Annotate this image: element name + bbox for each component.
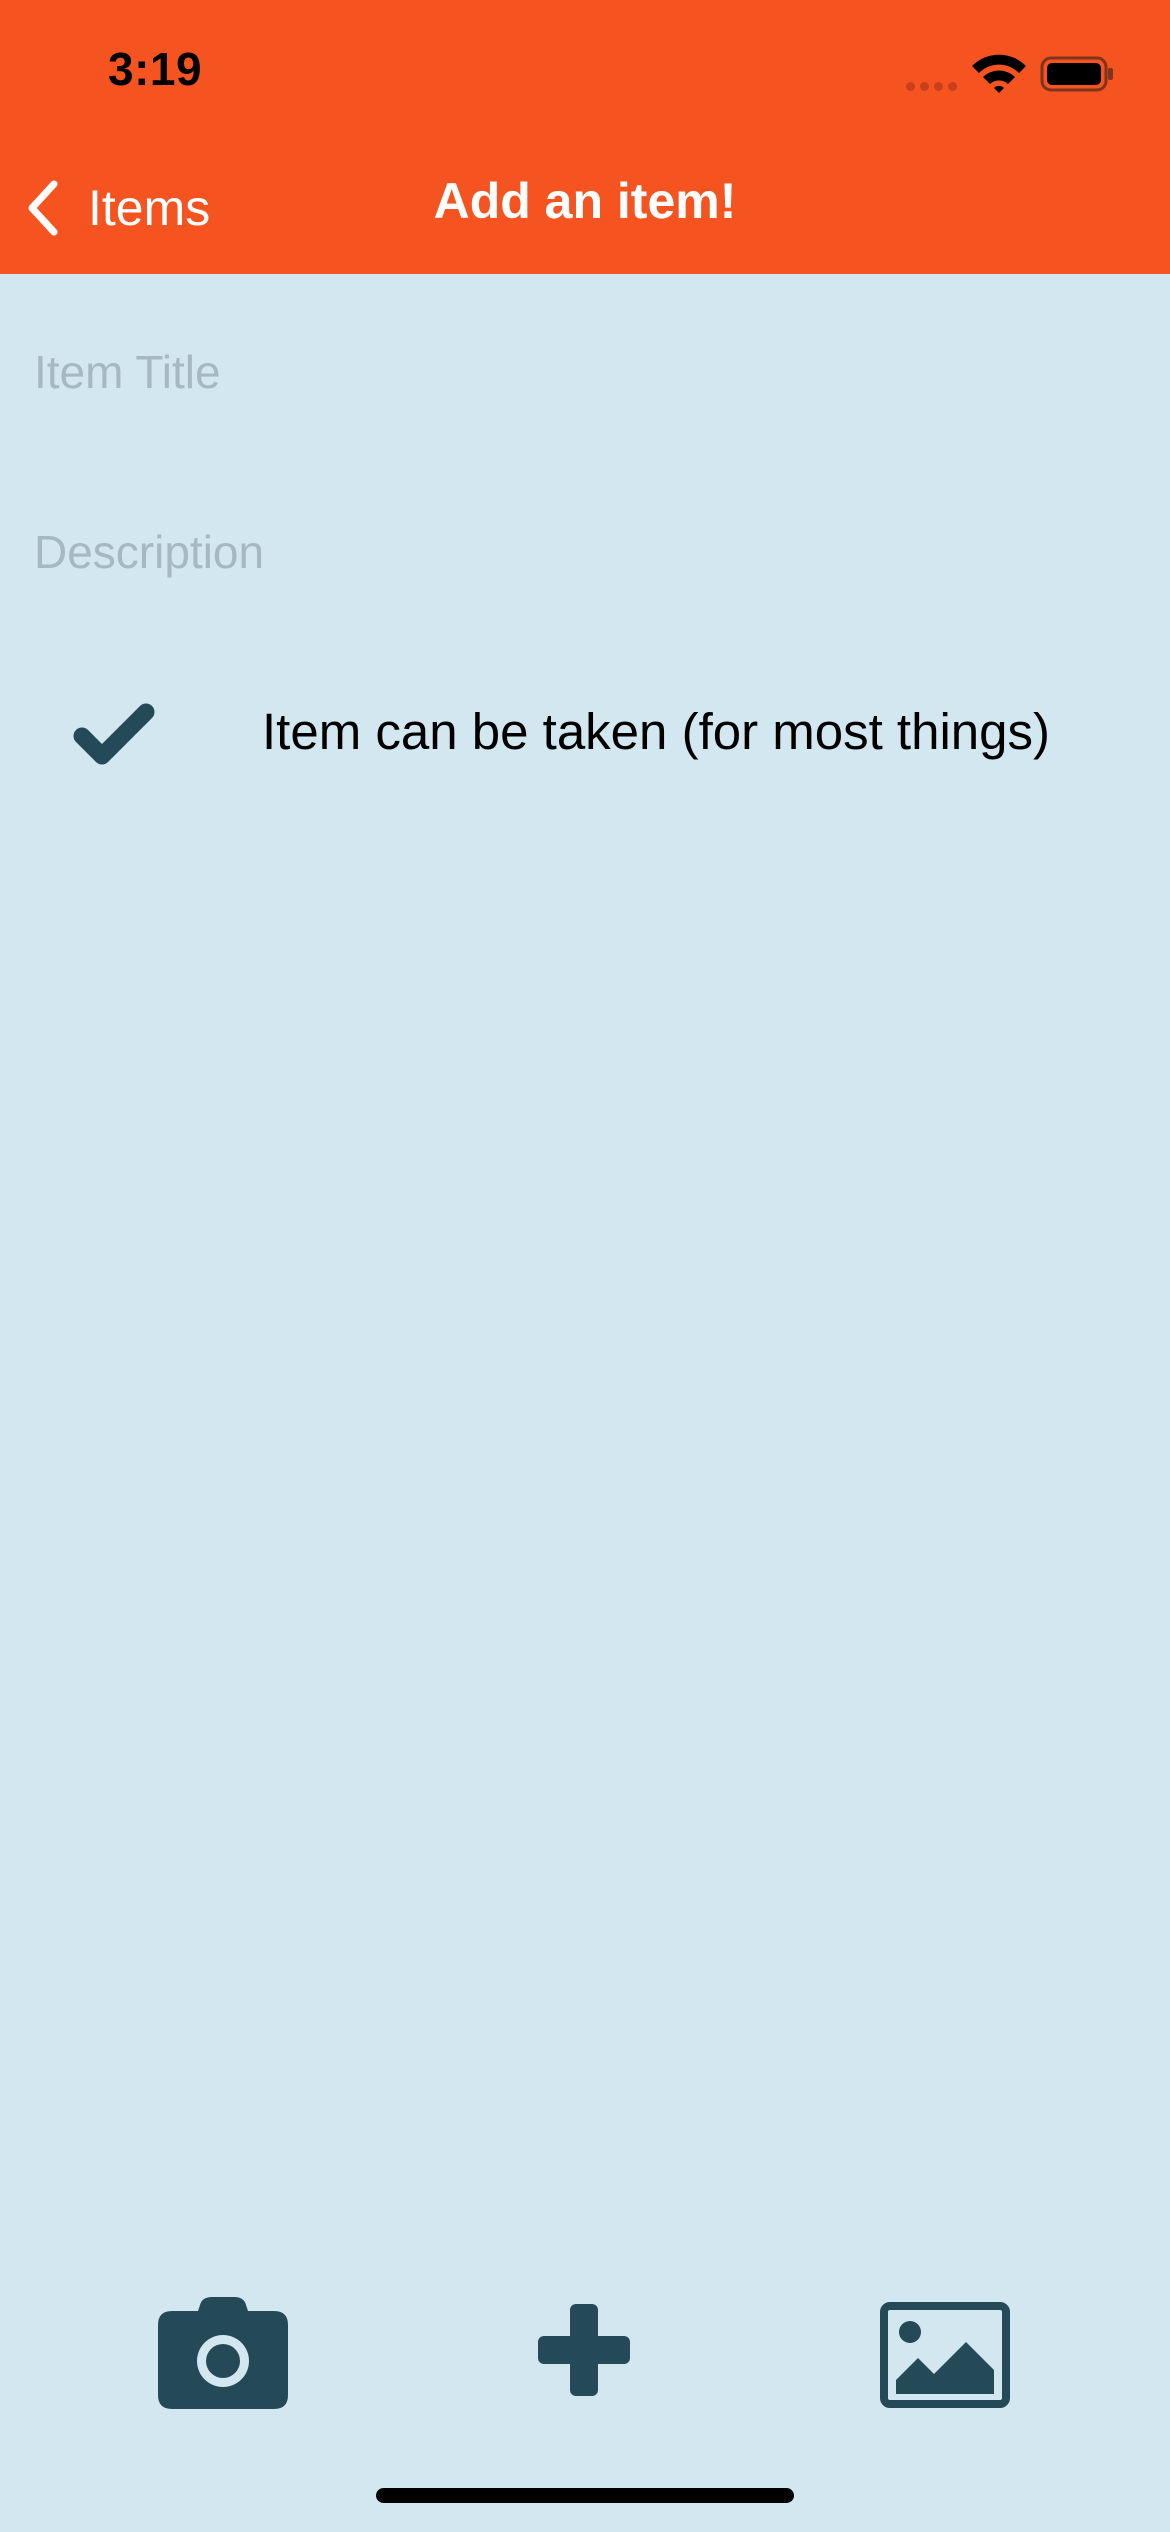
battery-icon (1040, 56, 1113, 92)
cellular-signal-icon (906, 82, 957, 91)
description-input[interactable] (34, 512, 1134, 592)
image-icon[interactable] (880, 2302, 1010, 2408)
header: 3:19 Items Add an item! (0, 0, 1170, 274)
camera-icon[interactable] (156, 2295, 290, 2411)
home-indicator (376, 2488, 794, 2503)
wifi-icon (972, 54, 1026, 93)
status-time: 3:19 (108, 43, 203, 95)
item-title-input[interactable] (34, 332, 1134, 412)
can-be-taken-label: Item can be taken (for most things) (262, 703, 1051, 760)
add-item-screen: 3:19 Items Add an item! Item can be t (0, 0, 1170, 2532)
page-title: Add an item! (433, 173, 737, 229)
can-be-taken-row: Item can be taken (for most things) (0, 680, 1170, 790)
checkmark-icon[interactable] (72, 702, 156, 768)
plus-icon[interactable] (536, 2302, 632, 2398)
